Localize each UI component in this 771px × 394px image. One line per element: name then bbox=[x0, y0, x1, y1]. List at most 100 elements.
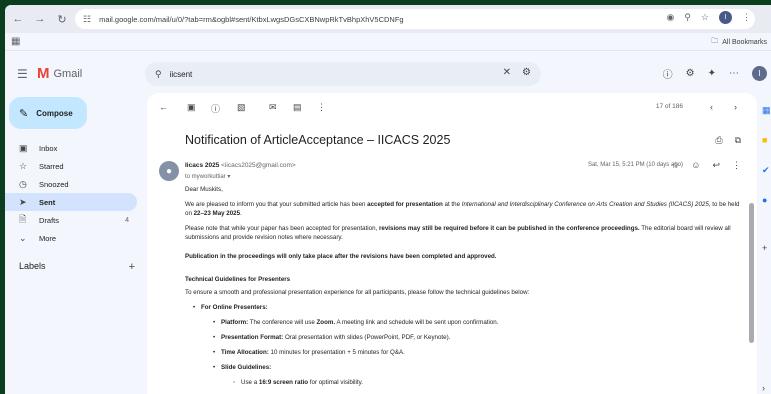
list-item: Slide Guidelines: Use a 16:9 screen rati… bbox=[213, 363, 745, 387]
guidelines-list: For Online Presenters: Platform: The con… bbox=[193, 303, 745, 387]
arrow-left-icon[interactable]: ← bbox=[9, 10, 27, 28]
sidebar-item-more[interactable]: ⌄ More bbox=[5, 229, 137, 247]
gmail-m-icon: M bbox=[37, 65, 50, 82]
clear-search-icon[interactable]: ✕ bbox=[503, 67, 511, 78]
greeting: Dear Muskits, bbox=[185, 186, 223, 193]
sidebar-item-label: Starred bbox=[39, 161, 64, 171]
reload-icon[interactable]: ↻ bbox=[53, 10, 71, 28]
archive-icon[interactable]: ▣ bbox=[187, 102, 196, 113]
folder-icon: 🗀 bbox=[711, 38, 719, 45]
eye-icon[interactable]: ◉ bbox=[666, 12, 674, 23]
recipient-text: to myworkuttiar bbox=[185, 174, 226, 180]
open-new-window-icon[interactable]: ⧉ bbox=[735, 135, 741, 146]
star-icon: ☆ bbox=[19, 160, 28, 171]
sidebar-item-sent[interactable]: ➤ Sent bbox=[5, 193, 137, 211]
search-options-icon[interactable]: ⚙ bbox=[522, 67, 531, 78]
main-menu-icon[interactable]: ☰ bbox=[17, 67, 28, 81]
draft-icon: 🗎 bbox=[19, 214, 27, 224]
email-subject: Notification of ArticleAcceptance – IICA… bbox=[185, 133, 451, 147]
compose-label: Compose bbox=[36, 108, 73, 118]
gmail-header: ☰ M Gmail ⚲ iicsent ✕ ⚙ ⓘ ⚙ ✦ ⋯ I bbox=[5, 59, 771, 89]
expand-panel-icon[interactable]: › bbox=[762, 383, 765, 393]
keep-icon[interactable]: ■ bbox=[762, 135, 767, 145]
search-query[interactable]: iicsent bbox=[170, 70, 193, 79]
newer-chevron-icon[interactable]: ‹ bbox=[710, 102, 713, 112]
browser-menu-icon[interactable]: ⋮ bbox=[742, 12, 751, 23]
back-arrow-icon[interactable]: ← bbox=[159, 102, 168, 112]
bookmarks-bar: ▦ 🗀 All Bookmarks bbox=[5, 33, 771, 51]
calendar-icon[interactable]: ▦ bbox=[762, 105, 771, 116]
labels-section: Labels + bbox=[19, 261, 135, 273]
sidebar-item-label: Inbox bbox=[39, 143, 58, 153]
more-actions-icon[interactable]: ⋮ bbox=[317, 102, 326, 113]
older-chevron-icon[interactable]: › bbox=[734, 102, 737, 112]
move-to-icon[interactable]: ▤ bbox=[293, 102, 302, 113]
sender-avatar: ● bbox=[159, 161, 179, 181]
clock-icon: ◷ bbox=[19, 178, 27, 189]
get-addons-icon[interactable]: + bbox=[762, 243, 767, 253]
inbox-icon: ▣ bbox=[19, 142, 28, 153]
sidebar-item-starred[interactable]: ☆ Starred bbox=[5, 157, 137, 175]
account-avatar[interactable]: I bbox=[752, 66, 767, 81]
search-icon[interactable]: ⚲ bbox=[155, 69, 162, 80]
settings-icon[interactable]: ⚙ bbox=[686, 68, 695, 79]
compose-button[interactable]: ✎ Compose bbox=[9, 97, 87, 129]
emoji-react-icon[interactable]: ☺ bbox=[691, 160, 700, 171]
star-icon[interactable]: ☆ bbox=[671, 160, 679, 171]
chevron-down-icon: ⌄ bbox=[19, 232, 27, 243]
sender-email: <iicacs2025@gmail.com> bbox=[221, 162, 296, 169]
folder-list: ▣ Inbox ☆ Starred ◷ Snoozed ➤ Sent 🗎 Dra… bbox=[5, 139, 137, 247]
labels-heading: Labels bbox=[19, 261, 46, 271]
delete-icon[interactable]: ▧ bbox=[237, 102, 246, 113]
all-bookmarks-label: All Bookmarks bbox=[722, 39, 767, 46]
paragraph-publication: Publication in the proceedings will only… bbox=[185, 253, 497, 260]
arrow-right-icon[interactable]: → bbox=[31, 10, 49, 28]
list-item: Platform: The conference will use Zoom. … bbox=[213, 318, 745, 327]
paragraph-acceptance: We are pleased to inform you that your s… bbox=[185, 201, 740, 217]
list-item: For Online Presenters: Platform: The con… bbox=[193, 303, 745, 387]
contacts-icon[interactable]: ● bbox=[762, 195, 767, 205]
all-bookmarks-button[interactable]: 🗀 All Bookmarks bbox=[711, 37, 767, 48]
list-item: Use a 16:9 screen ratio for optimal visi… bbox=[233, 378, 745, 387]
add-label-icon[interactable]: + bbox=[129, 261, 135, 273]
tasks-icon[interactable]: ✔ bbox=[762, 165, 770, 176]
sidebar-item-snoozed[interactable]: ◷ Snoozed bbox=[5, 175, 137, 193]
sidebar-item-inbox[interactable]: ▣ Inbox bbox=[5, 139, 137, 157]
address-bar-actions: ◉ ⚲ ☆ I ⋮ bbox=[666, 11, 751, 24]
bookmark-star-icon[interactable]: ☆ bbox=[701, 12, 709, 23]
search-input[interactable]: ⚲ iicsent ✕ ⚙ bbox=[145, 62, 541, 86]
scrollbar[interactable] bbox=[749, 203, 754, 343]
site-settings-icon[interactable]: ☷ bbox=[83, 14, 91, 25]
sidebar-item-drafts[interactable]: 🗎 Drafts 4 bbox=[5, 211, 137, 229]
address-bar[interactable]: ☷ mail.google.com/mail/u/0/?tab=rm&ogbl#… bbox=[75, 9, 755, 29]
gmail-wordmark: Gmail bbox=[53, 67, 83, 80]
help-icon[interactable]: ⓘ bbox=[663, 66, 673, 81]
email-body: Dear Muskits, We are pleased to inform y… bbox=[185, 185, 745, 393]
list-item: Presentation Format: Oral presentation w… bbox=[213, 333, 745, 342]
message-actions: ☆ ☺ ↩ ⋮ bbox=[671, 160, 741, 171]
zoom-icon[interactable]: ⚲ bbox=[684, 12, 691, 23]
side-panel: ▦ ■ ✔ ● + › bbox=[761, 93, 771, 394]
reply-icon[interactable]: ↩ bbox=[712, 160, 720, 171]
subject-actions: ⎙ ⧉ bbox=[715, 135, 741, 146]
list-item: Time Allocation: 10 minutes for presenta… bbox=[213, 348, 745, 357]
more-options-icon[interactable]: ⋮ bbox=[732, 160, 741, 171]
drafts-count: 4 bbox=[125, 216, 129, 224]
browser-profile-avatar[interactable]: I bbox=[719, 11, 732, 24]
recipient-line[interactable]: to myworkuttiar ▾ bbox=[185, 173, 230, 180]
paragraph-revisions: Please note that while your paper has be… bbox=[185, 225, 731, 241]
pencil-icon: ✎ bbox=[19, 107, 29, 120]
sidebar-item-label: Snoozed bbox=[39, 179, 69, 189]
email-toolbar: ← ▣ ⓘ ▧ ✉ ▤ ⋮ 17 of 186 ‹ › bbox=[147, 93, 757, 123]
google-apps-icon[interactable]: ⋯ bbox=[729, 68, 739, 79]
gemini-icon[interactable]: ✦ bbox=[708, 68, 716, 79]
sidebar-item-label: Drafts bbox=[39, 215, 60, 225]
apps-grid-icon[interactable]: ▦ bbox=[11, 36, 20, 47]
gmail-logo[interactable]: M Gmail bbox=[37, 66, 82, 81]
sidebar-item-label: More bbox=[39, 233, 57, 243]
mark-unread-icon[interactable]: ✉ bbox=[269, 102, 277, 113]
url-text[interactable]: mail.google.com/mail/u/0/?tab=rm&ogbl#se… bbox=[99, 15, 499, 24]
report-spam-icon[interactable]: ⓘ bbox=[211, 102, 220, 115]
sender-line: Iicacs 2025 <iicacs2025@gmail.com> bbox=[185, 162, 296, 169]
print-icon[interactable]: ⎙ bbox=[715, 135, 722, 146]
